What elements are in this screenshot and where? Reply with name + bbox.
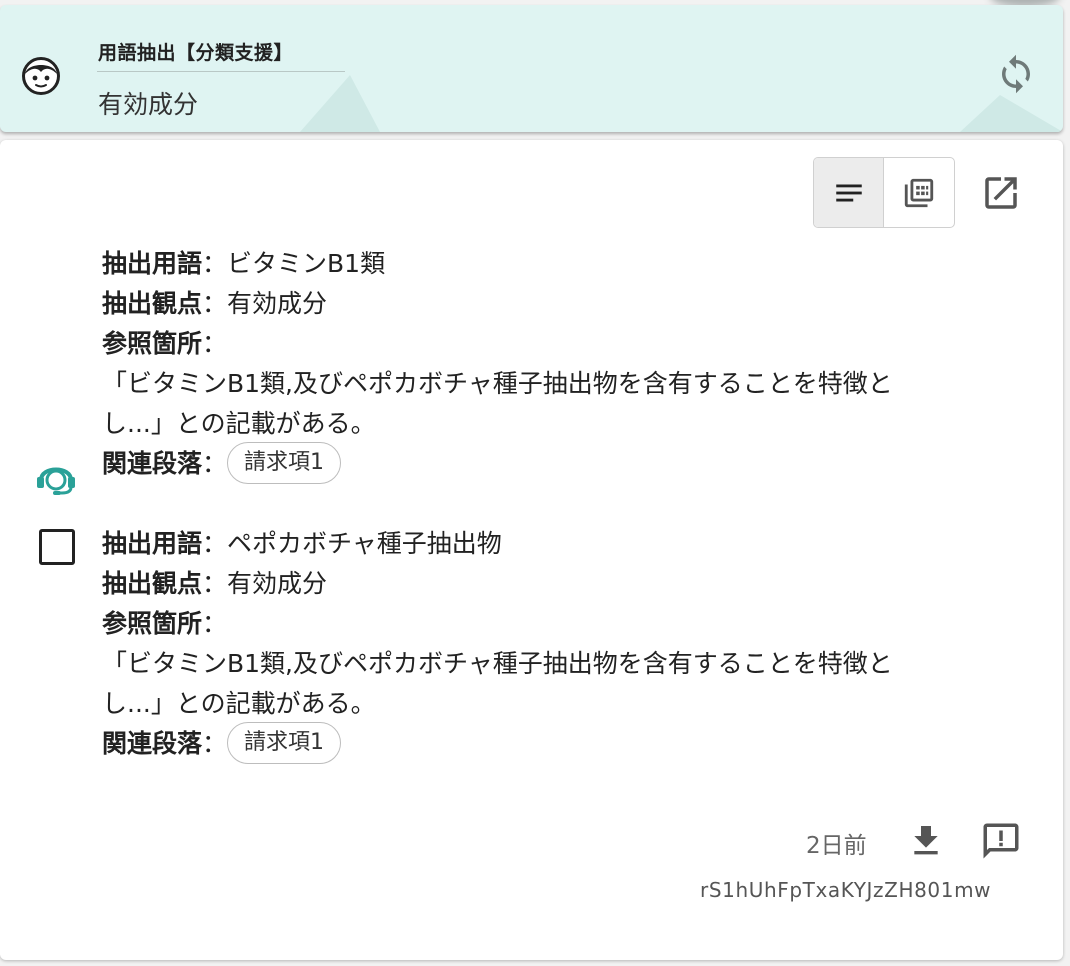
separator: ：	[202, 329, 228, 358]
reference-quote-line2: し...」との記載がある。	[102, 689, 376, 718]
reference-quote-line1: 「ビタミンB1類,及びペポカボチャ種子抽出物を含有することを特徴と	[102, 649, 893, 678]
viewpoint-label: 抽出観点	[102, 289, 203, 318]
reference-row: 参照箇所：	[102, 604, 893, 644]
term-row: 抽出用語：ビタミンB1類	[102, 244, 893, 284]
reference-row: 参照箇所：	[102, 324, 893, 364]
feedback-icon[interactable]	[980, 820, 1022, 862]
extraction-entry: 抽出用語：ペポカボチャ種子抽出物 抽出観点：有効成分 参照箇所： 「ビタミンB1…	[102, 524, 893, 764]
term-row: 抽出用語：ペポカボチャ種子抽出物	[102, 524, 893, 564]
separator: ：	[202, 609, 228, 638]
paragraph-chip[interactable]: 請求項1	[227, 442, 342, 484]
text-lines-icon	[835, 184, 862, 201]
term-label: 抽出用語	[102, 529, 203, 558]
reference-label: 参照箇所	[102, 609, 203, 638]
separator: ：	[202, 449, 228, 478]
viewpoint-row: 抽出観点：有効成分	[102, 564, 893, 604]
paragraph-chip[interactable]: 請求項1	[227, 722, 342, 764]
table-view-button[interactable]	[884, 158, 954, 227]
paragraph-row: 関連段落： 請求項1	[102, 442, 893, 484]
entry-checkbox[interactable]	[39, 529, 75, 565]
viewpoint-value: 有効成分	[227, 569, 328, 598]
support-agent-icon[interactable]	[34, 456, 78, 498]
separator: ：	[202, 249, 228, 278]
header-panel: 用語抽出【分類支援】 有効成分	[0, 5, 1063, 132]
term-label: 抽出用語	[102, 249, 203, 278]
reference-label: 参照箇所	[102, 329, 203, 358]
paragraph-label: 関連段落	[102, 729, 203, 758]
record-id: rS1hUhFpTxaKYJzZH801mw	[700, 878, 992, 902]
view-toggle-group	[813, 157, 955, 228]
timestamp: 2日前	[806, 833, 867, 859]
refresh-icon[interactable]	[995, 53, 1037, 95]
list-view-button[interactable]	[814, 158, 884, 227]
separator: ：	[202, 289, 228, 318]
separator: ：	[202, 569, 228, 598]
library-icon	[904, 178, 934, 207]
viewpoint-value: 有効成分	[227, 289, 328, 318]
header-title: 用語抽出【分類支援】	[98, 42, 294, 64]
viewpoint-row: 抽出観点：有効成分	[102, 284, 893, 324]
paragraph-label: 関連段落	[102, 449, 203, 478]
header-value: 有効成分	[98, 90, 199, 119]
download-icon[interactable]	[906, 820, 946, 862]
reference-quote-line2: し...」との記載がある。	[102, 409, 376, 438]
avatar-face-icon	[22, 57, 60, 95]
separator: ：	[202, 729, 228, 758]
separator: ：	[202, 529, 228, 558]
term-value: ビタミンB1類	[227, 249, 386, 278]
open-in-new-icon[interactable]	[980, 172, 1022, 214]
term-value: ペポカボチャ種子抽出物	[227, 529, 502, 558]
header-divider	[97, 71, 345, 72]
reference-quote-line1: 「ビタミンB1類,及びペポカボチャ種子抽出物を含有することを特徴と	[102, 369, 893, 398]
viewpoint-label: 抽出観点	[102, 569, 203, 598]
paragraph-row: 関連段落： 請求項1	[102, 722, 893, 764]
extraction-entry: 抽出用語：ビタミンB1類 抽出観点：有効成分 参照箇所： 「ビタミンB1類,及び…	[102, 244, 893, 484]
result-card: 抽出用語：ビタミンB1類 抽出観点：有効成分 参照箇所： 「ビタミンB1類,及び…	[0, 140, 1063, 960]
